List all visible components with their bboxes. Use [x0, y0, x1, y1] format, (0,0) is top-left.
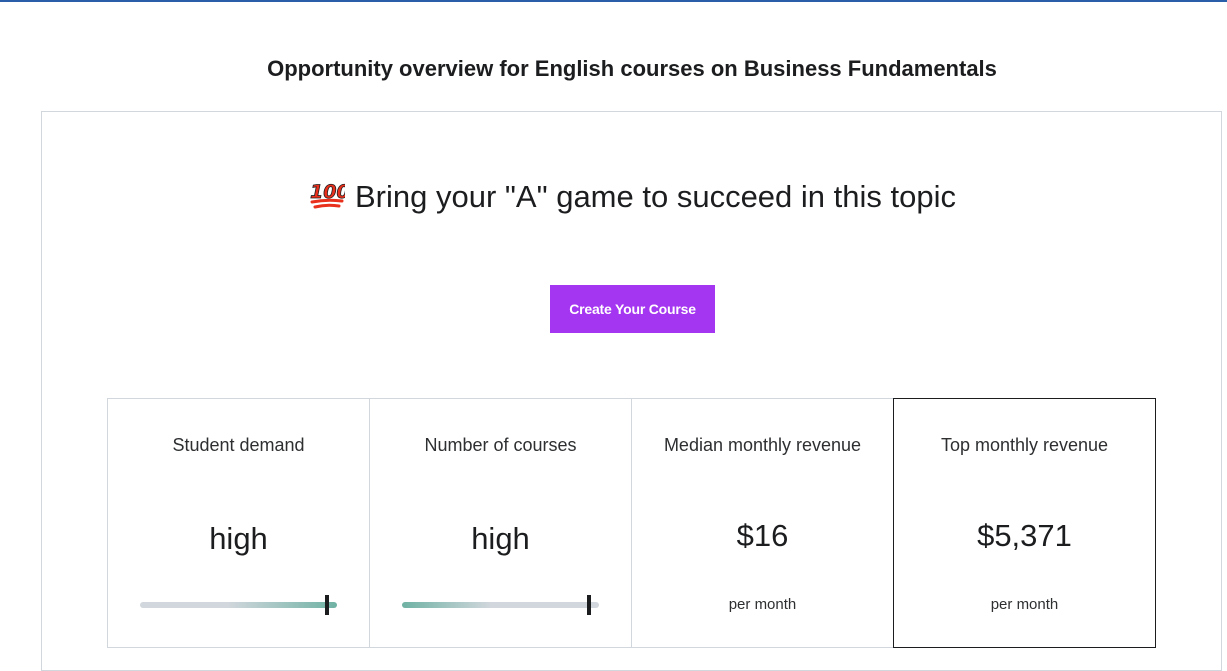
metric-label: Number of courses [424, 435, 577, 455]
metric-student-demand[interactable]: Student demand high [107, 398, 370, 648]
headline-text: Bring your "A" game to succeed in this t… [355, 179, 956, 214]
opportunity-card: 100 Bring your "A" game to succeed in th… [41, 111, 1222, 671]
page-title: Opportunity overview for English courses… [0, 56, 1227, 82]
hundred-points-icon: 100 [309, 178, 350, 218]
courses-level-bar [402, 595, 599, 615]
level-marker [587, 595, 592, 615]
metric-number-of-courses[interactable]: Number of courses high [369, 398, 632, 648]
create-course-button[interactable]: Create Your Course [550, 285, 715, 333]
metric-label: Top monthly revenue [940, 435, 1109, 455]
topic-name: Business Fundamentals [743, 56, 997, 81]
demand-level-bar [140, 595, 337, 615]
metric-median-monthly-revenue[interactable]: Median monthly revenue $16 per month [631, 398, 894, 648]
metric-top-monthly-revenue[interactable]: Top monthly revenue $5,371 per month [893, 398, 1156, 648]
metrics-row: Student demand high Number of courses hi… [107, 398, 1158, 648]
metric-value: high [471, 521, 530, 556]
level-marker [325, 595, 330, 615]
metric-value: $16 [736, 518, 789, 553]
overview-prefix: Opportunity overview for English courses… [267, 56, 738, 81]
metric-unit: per month [990, 596, 1059, 613]
card-headline: 100 Bring your "A" game to succeed in th… [42, 178, 1223, 218]
metric-unit: per month [728, 596, 797, 613]
top-border-line [0, 0, 1227, 2]
metric-value: $5,371 [977, 518, 1072, 553]
metric-label: Median monthly revenue [663, 435, 862, 455]
metric-value: high [209, 521, 268, 556]
metric-label: Student demand [172, 435, 305, 455]
